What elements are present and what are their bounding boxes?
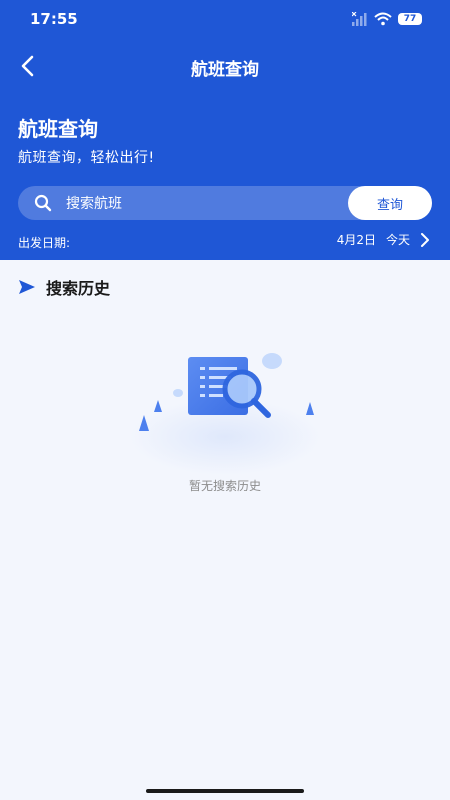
empty-search-illustration [130, 353, 320, 475]
navbar: 航班查询 [0, 44, 450, 88]
search-icon [34, 194, 52, 212]
departure-date-label: 出发日期: [18, 236, 71, 250]
status-time: 17:55 [30, 10, 78, 28]
hero-title: 航班查询 [18, 117, 98, 141]
chevron-right-icon [421, 232, 429, 247]
search-history-section: 搜索历史 暂无搜索历史 [0, 260, 450, 800]
history-title: 搜索历史 [46, 279, 111, 298]
history-header: 搜索历史 [18, 275, 110, 299]
search-bar: 查询 [18, 186, 432, 222]
query-button[interactable]: 查询 [348, 186, 432, 220]
departure-date-value: 4月2日 [336, 233, 376, 247]
hero-subtitle: 航班查询，轻松出行! [18, 150, 155, 166]
header: 17:55 77 航班查询 航班查询 航班查询，轻松出行! 搜索航班 查询 出发… [0, 0, 450, 260]
home-indicator [146, 789, 304, 793]
page-title: 航班查询 [191, 60, 259, 80]
status-icons: 77 [352, 10, 422, 28]
empty-history-text: 暂无搜索历史 [188, 479, 261, 493]
status-bar: 17:55 77 [0, 0, 450, 38]
departure-date-selector[interactable]: 4月2日 今天 [337, 231, 430, 248]
wifi-icon [374, 12, 392, 26]
search-input[interactable] [64, 186, 348, 222]
paper-plane-icon [19, 280, 35, 294]
battery-icon: 77 [398, 13, 422, 25]
departure-date-relative: 今天 [385, 233, 410, 247]
signal-icon [352, 12, 367, 26]
